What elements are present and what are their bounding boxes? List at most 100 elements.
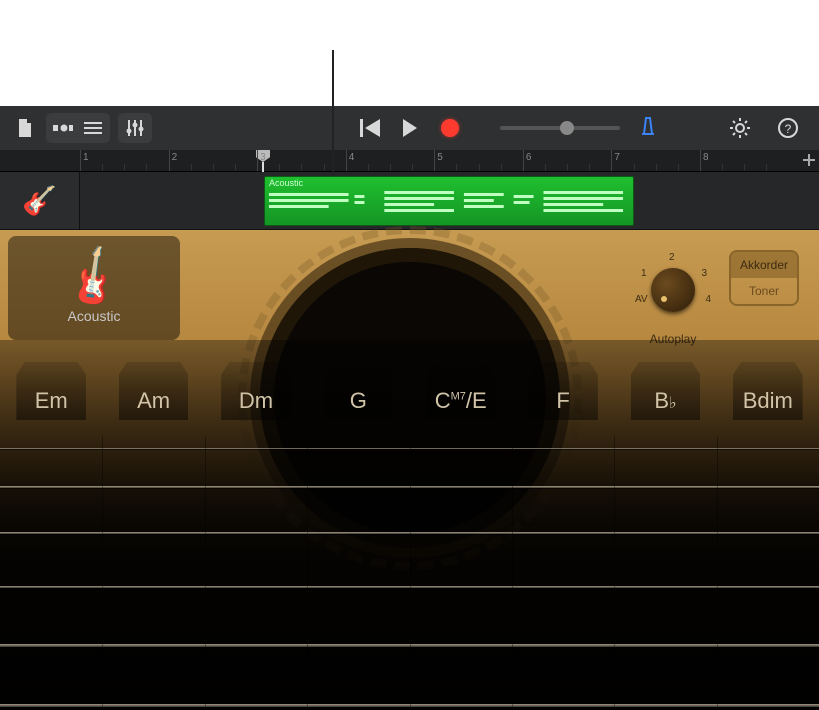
chord-divider: [410, 436, 411, 710]
ruler-bar: [700, 150, 701, 171]
toolbar-right: ?: [725, 113, 809, 143]
record-button[interactable]: [439, 117, 461, 139]
ruler-subtick: [589, 164, 590, 171]
dial-av: AV: [635, 294, 648, 305]
timeline-ruler[interactable]: 12345678: [0, 150, 819, 172]
ruler-subtick: [479, 164, 480, 171]
ruler-number: 7: [614, 152, 620, 163]
ruler-number: 4: [349, 152, 355, 163]
add-section-button[interactable]: [803, 153, 815, 171]
view-toggle-group: [46, 113, 110, 143]
ruler-subtick: [567, 164, 568, 171]
app-window: ? 12345678 🎸 Acoustic: [0, 106, 819, 710]
ruler-subtick: [456, 164, 457, 171]
ruler-subtick: [279, 164, 280, 171]
ruler-number: 6: [526, 152, 532, 163]
autoplay-knob[interactable]: [651, 268, 695, 312]
ruler-subtick: [124, 164, 125, 171]
ruler-subtick: [744, 164, 745, 171]
ruler-number: 3: [260, 152, 266, 163]
ruler-subtick: [191, 164, 192, 171]
ruler-subtick: [324, 164, 325, 171]
ruler-subtick: [213, 164, 214, 171]
chord-divider: [205, 436, 206, 710]
ruler-number: 8: [703, 152, 709, 163]
browser-view-button[interactable]: [49, 115, 77, 141]
ruler-bar: [169, 150, 170, 171]
dial-2: 2: [669, 252, 675, 263]
chord-button[interactable]: Em: [0, 366, 102, 436]
dial-3: 3: [701, 268, 707, 279]
instrument-surface: 🎸 Acoustic AV 1 2 3 4 Autoplay Akkorder …: [0, 230, 819, 710]
chord-label: CM7/E: [435, 388, 487, 414]
chord-button[interactable]: B♭: [614, 366, 716, 436]
region-label: Acoustic: [265, 177, 633, 189]
guitar-icon: 🎸: [22, 184, 57, 217]
chord-label: Bdim: [743, 388, 793, 414]
help-icon: ?: [778, 118, 798, 138]
ruler-subtick: [634, 164, 635, 171]
ruler-subtick: [102, 164, 103, 171]
instrument-picker[interactable]: 🎸 Acoustic: [8, 236, 180, 340]
gear-icon: [730, 118, 750, 138]
chord-label: G: [350, 388, 367, 414]
volume-thumb[interactable]: [560, 121, 574, 135]
metronome-icon: [638, 116, 658, 136]
autoplay-knob-wrap: AV 1 2 3 4: [633, 250, 713, 330]
ruler-bar: [80, 150, 81, 171]
chord-button[interactable]: Bdim: [717, 366, 819, 436]
chord-button[interactable]: F: [512, 366, 614, 436]
chord-button[interactable]: Am: [102, 366, 204, 436]
ruler-bar: [257, 150, 258, 171]
chord-button[interactable]: G: [307, 366, 409, 436]
transport-controls: [359, 117, 461, 139]
autoplay-control: AV 1 2 3 4 Autoplay: [633, 250, 713, 346]
skip-back-icon: [360, 119, 380, 137]
ruler-subtick: [545, 164, 546, 171]
ruler-subtick: [501, 164, 502, 171]
mode-chords-button[interactable]: Akkorder: [731, 252, 797, 278]
chord-strip: EmAm Dm G CM7/E F B♭ Bdim: [0, 366, 819, 436]
plus-icon: [803, 154, 815, 166]
knob-indicator: [661, 296, 667, 302]
track-header[interactable]: 🎸: [0, 172, 80, 229]
ruler-bar: [523, 150, 524, 171]
play-icon: [401, 119, 419, 137]
chord-divider: [307, 436, 308, 710]
ruler-bar: [611, 150, 612, 171]
chord-divider: [102, 436, 103, 710]
play-button[interactable]: [399, 117, 421, 139]
help-button[interactable]: ?: [773, 113, 803, 143]
chord-label: F: [556, 388, 569, 414]
mode-tones-button[interactable]: Toner: [731, 278, 797, 304]
strings-area[interactable]: [0, 436, 819, 710]
settings-button[interactable]: [725, 113, 755, 143]
midi-region[interactable]: Acoustic: [264, 176, 634, 226]
tracks-view-button[interactable]: [79, 115, 107, 141]
track-row: 🎸 Acoustic: [0, 172, 819, 230]
right-controls: AV 1 2 3 4 Autoplay Akkorder Toner: [633, 250, 799, 346]
instrument-name: Acoustic: [68, 308, 121, 324]
ruler-subtick: [766, 164, 767, 171]
sliders-icon: [126, 120, 144, 136]
dial-1: 1: [641, 268, 647, 279]
mode-segmented: Akkorder Toner: [729, 250, 799, 306]
metronome-button[interactable]: [638, 116, 658, 141]
svg-text:?: ?: [785, 122, 792, 136]
ruler-subtick: [412, 164, 413, 171]
chord-label: Dm: [239, 388, 273, 414]
ruler-subtick: [146, 164, 147, 171]
my-songs-button[interactable]: [10, 113, 40, 143]
chord-label: B♭: [654, 388, 676, 414]
chord-button[interactable]: Dm: [205, 366, 307, 436]
controls-group: [118, 113, 152, 143]
region-notes: [265, 189, 633, 225]
list-icon: [84, 121, 102, 135]
track-controls-button[interactable]: [121, 115, 149, 141]
go-to-start-button[interactable]: [359, 117, 381, 139]
chord-button[interactable]: CM7/E: [410, 366, 512, 436]
chord-divider: [717, 436, 718, 710]
ruler-subtick: [722, 164, 723, 171]
volume-slider[interactable]: [500, 126, 620, 130]
ruler-subtick: [678, 164, 679, 171]
